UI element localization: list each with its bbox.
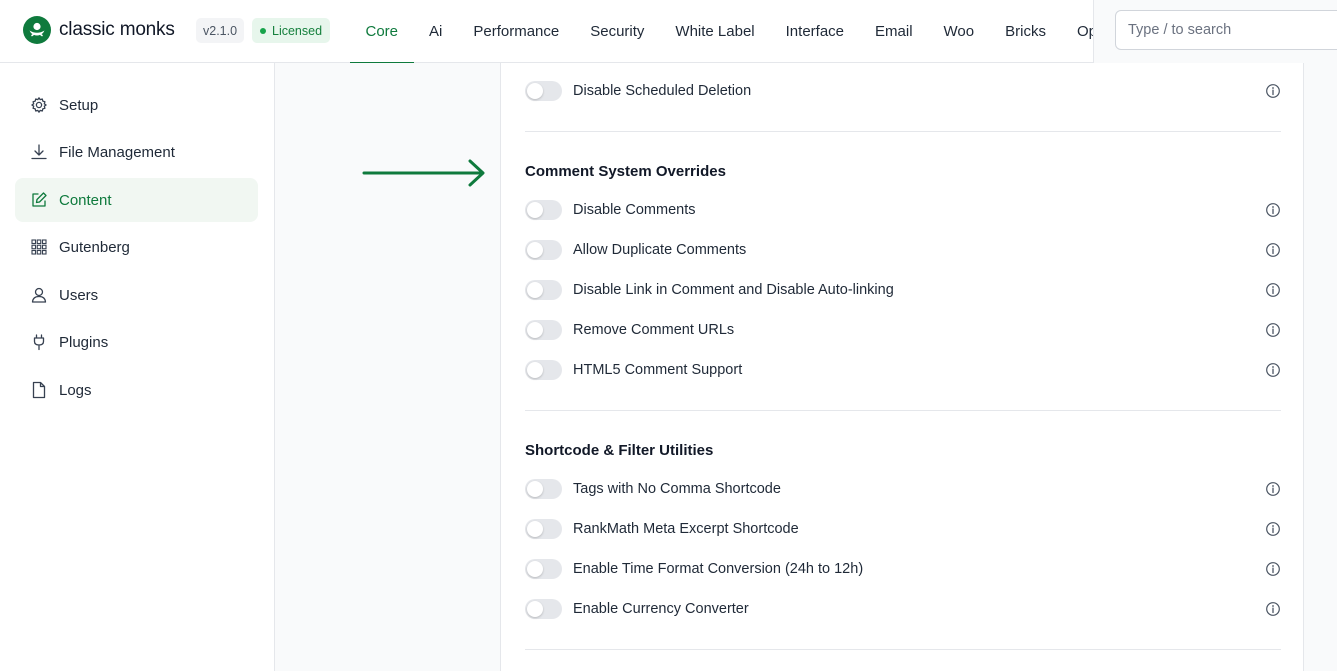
search-input[interactable] [1115, 10, 1337, 50]
sidebar-item-label: Gutenberg [59, 238, 130, 256]
settings-panel: Disable Scheduled Deletion Comment Syste… [500, 63, 1304, 671]
pointer-arrow-icon [362, 158, 488, 188]
setting-label: Enable Currency Converter [573, 601, 749, 617]
user-icon [30, 286, 48, 304]
setting-label: Enable Time Format Conversion (24h to 12… [573, 561, 864, 577]
sidebar-item-setup[interactable]: Setup [15, 83, 258, 127]
setting-label: Disable Comments [573, 202, 696, 218]
info-icon[interactable] [1265, 83, 1281, 99]
grid-icon [30, 238, 48, 256]
monk-logo-icon [23, 16, 51, 44]
sidebar-item-logs[interactable]: Logs [15, 368, 258, 412]
info-icon[interactable] [1265, 521, 1281, 537]
info-icon[interactable] [1265, 242, 1281, 258]
nav-tab-performance[interactable]: Performance [458, 0, 575, 63]
nav-tab-woo[interactable]: Woo [928, 0, 990, 63]
info-icon[interactable] [1265, 202, 1281, 218]
edit-icon [30, 191, 48, 209]
nav-tab-bricks[interactable]: Bricks [990, 0, 1062, 63]
nav-tab-ai[interactable]: Ai [414, 0, 458, 63]
divider [525, 131, 1281, 132]
logo[interactable]: classic monks [23, 16, 175, 44]
toggle-switch[interactable] [525, 320, 562, 340]
sidebar-item-label: Content [59, 191, 112, 209]
nav-tab-core[interactable]: Core [350, 0, 414, 63]
setting-label: Remove Comment URLs [573, 322, 735, 338]
section-title: Shortcode & Filter Utilities [525, 442, 714, 459]
info-icon[interactable] [1265, 561, 1281, 577]
setting-row: Disable Link in Comment and Disable Auto… [525, 278, 1281, 302]
sidebar-item-file-management[interactable]: File Management [15, 130, 258, 174]
toggle-switch[interactable] [525, 280, 562, 300]
toggle-switch[interactable] [525, 81, 562, 101]
search-area [1093, 0, 1337, 63]
sidebar-item-label: Logs [59, 381, 92, 399]
setting-row: Disable Scheduled Deletion [525, 79, 1281, 103]
info-icon[interactable] [1265, 322, 1281, 338]
download-icon [30, 143, 48, 161]
file-icon [30, 381, 48, 399]
toggle-switch[interactable] [525, 240, 562, 260]
setting-label: Disable Link in Comment and Disable Auto… [573, 282, 894, 298]
setting-row: HTML5 Comment Support [525, 358, 1281, 382]
setting-row: Disable Comments [525, 198, 1281, 222]
setting-row: Enable Time Format Conversion (24h to 12… [525, 557, 1281, 581]
sidebar-item-users[interactable]: Users [15, 273, 258, 317]
setting-label: Allow Duplicate Comments [573, 242, 747, 258]
section-title: Comment System Overrides [525, 163, 726, 180]
sidebar: Setup File Management Content Gutenberg [0, 63, 275, 671]
status-dot-icon [260, 27, 266, 34]
info-icon[interactable] [1265, 282, 1281, 298]
toggle-switch[interactable] [525, 360, 562, 380]
sidebar-item-label: File Management [59, 143, 175, 161]
info-icon[interactable] [1265, 601, 1281, 617]
sidebar-item-content[interactable]: Content [15, 178, 258, 222]
toggle-switch[interactable] [525, 519, 562, 539]
sidebar-item-label: Users [59, 286, 99, 304]
sidebar-item-label: Plugins [59, 333, 109, 351]
setting-row: RankMath Meta Excerpt Shortcode [525, 517, 1281, 541]
toggle-switch[interactable] [525, 200, 562, 220]
license-status: Licensed [272, 23, 323, 38]
divider [525, 649, 1281, 650]
version-badge: v2.1.0 [196, 18, 245, 43]
nav-tab-email[interactable]: Email [860, 0, 929, 63]
divider [525, 410, 1281, 411]
top-header: classic monks v2.1.0 Licensed Core Ai Pe… [0, 0, 1337, 63]
main-nav: Core Ai Performance Security White Label… [350, 0, 1095, 63]
nav-tab-interface[interactable]: Interface [770, 0, 859, 63]
setting-row: Tags with No Comma Shortcode [525, 477, 1281, 501]
gear-icon [30, 96, 48, 114]
nav-tab-white-label[interactable]: White Label [660, 0, 770, 63]
info-icon[interactable] [1265, 362, 1281, 378]
info-icon[interactable] [1265, 481, 1281, 497]
setting-label: Disable Scheduled Deletion [573, 83, 752, 99]
setting-row: Enable Currency Converter [525, 597, 1281, 621]
setting-label: HTML5 Comment Support [573, 362, 743, 378]
plug-icon [30, 333, 48, 351]
toggle-switch[interactable] [525, 479, 562, 499]
setting-row: Remove Comment URLs [525, 318, 1281, 342]
nav-tab-opt[interactable]: Opt [1061, 0, 1095, 63]
sidebar-item-gutenberg[interactable]: Gutenberg [15, 225, 258, 269]
setting-label: Tags with No Comma Shortcode [573, 481, 781, 497]
license-badge: Licensed [252, 18, 331, 43]
sidebar-item-label: Setup [59, 96, 99, 114]
toggle-switch[interactable] [525, 559, 562, 579]
setting-label: RankMath Meta Excerpt Shortcode [573, 521, 799, 537]
toggle-switch[interactable] [525, 599, 562, 619]
sidebar-item-plugins[interactable]: Plugins [15, 320, 258, 364]
nav-tab-security[interactable]: Security [575, 0, 660, 63]
logo-text: classic monks [59, 19, 175, 40]
setting-row: Allow Duplicate Comments [525, 238, 1281, 262]
